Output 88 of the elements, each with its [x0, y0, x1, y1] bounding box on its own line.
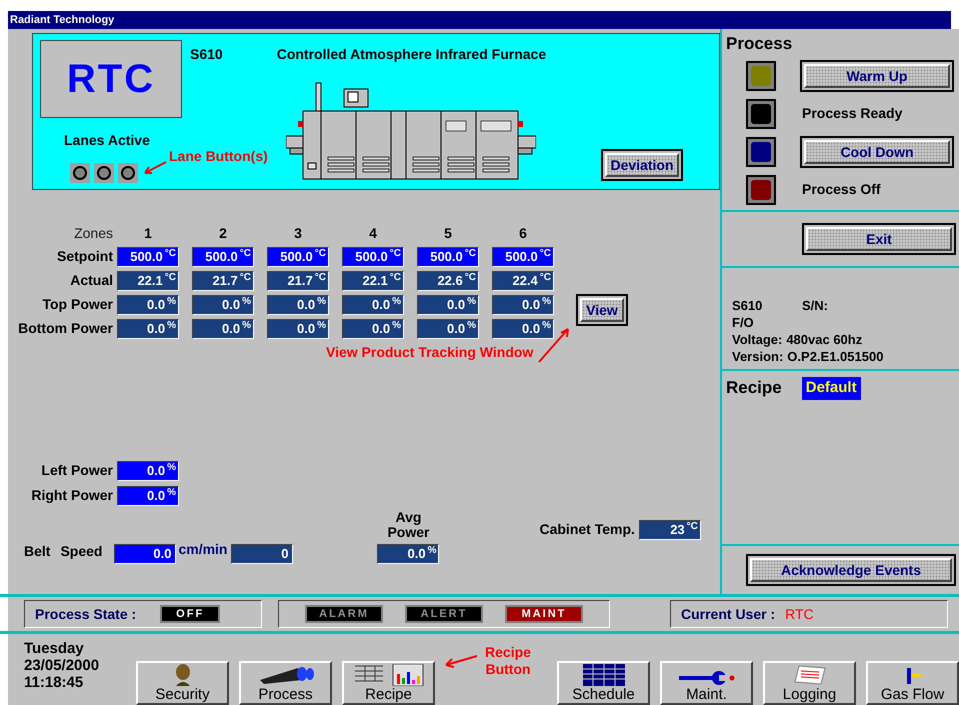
info-value: O.P2.E1.051500	[787, 348, 884, 365]
value-display: 0.0%	[192, 294, 254, 314]
info-value: 480vac 60hz	[786, 331, 862, 348]
zone-number: 1	[143, 224, 153, 243]
process-state-label: Process State :	[35, 604, 136, 624]
day-text: Tuesday	[24, 640, 85, 657]
process-title: Process	[726, 33, 794, 55]
logo: RTC	[66, 56, 156, 103]
window-title: Radiant Technology	[10, 12, 114, 28]
value-display: 0.0%	[267, 294, 329, 314]
cabinet-temp-label: Cabinet Temp.	[539, 520, 635, 539]
lanes-label: Lanes Active	[64, 131, 151, 150]
process-state-value: OFF	[160, 605, 220, 623]
info-label: F/O	[732, 314, 754, 331]
info-value: S/N:	[802, 297, 828, 314]
value-display: 0.0%	[492, 318, 554, 338]
process-status: Process Ready	[802, 104, 902, 123]
info-label: S610	[732, 297, 764, 314]
arrow	[143, 160, 167, 174]
indicator: MAINT	[505, 605, 583, 623]
row-label: Actual	[69, 271, 113, 290]
value-display: 0.0%	[342, 294, 404, 314]
info-label: Voltage:	[732, 331, 782, 348]
table-and-chart-icon	[352, 664, 424, 686]
value-display: 0	[231, 544, 294, 564]
toolbar-button[interactable]: Gas Flow	[866, 661, 959, 705]
model-label: S610	[190, 45, 223, 64]
belt-label: Belt	[24, 542, 50, 561]
value-display: 0.0%	[417, 318, 479, 338]
paper-icon	[792, 664, 826, 686]
exit-button[interactable]: Exit	[802, 223, 956, 255]
value-display: 0.0	[114, 544, 176, 564]
toolbar-button[interactable]: Process	[239, 661, 332, 705]
process-status: Process Off	[802, 180, 881, 199]
toolbar-button[interactable]: Logging	[763, 661, 856, 705]
value-display: 0.0%	[117, 460, 179, 480]
recipe-name: Default	[802, 377, 861, 400]
row-label: Top Power	[41, 295, 113, 314]
row-label: Bottom Power	[17, 319, 113, 338]
row-label: Setpoint	[56, 247, 113, 266]
avg-power-label: Avg Power	[386, 510, 430, 540]
toolbar-button[interactable]: Maint.	[660, 661, 753, 705]
info-label: Version:	[732, 348, 784, 365]
annotation: Lane Button(s)	[169, 147, 268, 166]
value-display: 0.0%	[117, 318, 179, 338]
power-label: Right Power	[30, 486, 113, 505]
recipe-label: Recipe	[726, 377, 782, 399]
indicator: ALERT	[405, 605, 483, 623]
value-display: 0.0%	[117, 486, 179, 506]
current-user-label: Current User :	[681, 604, 776, 624]
zone-number: 2	[218, 224, 228, 243]
mode-button[interactable]: Cool Down	[800, 136, 954, 168]
unit-label: cm/min	[178, 540, 228, 559]
acknowledge-events-button[interactable]: Acknowledge Events	[746, 554, 956, 586]
value-display: 0.0%	[267, 318, 329, 338]
zones-label: Zones	[73, 224, 113, 243]
deviation-button[interactable]: Deviation	[601, 149, 683, 181]
wrench-icon	[678, 670, 734, 686]
date-text: 23/05/2000	[24, 657, 100, 674]
power-label: Left Power	[40, 461, 113, 480]
zone-number: 4	[368, 224, 378, 243]
value-display: 0.0%	[417, 294, 479, 314]
lane-button[interactable]	[94, 163, 114, 183]
grid-icon	[582, 664, 624, 686]
speed-label: Speed	[60, 542, 102, 561]
value-display: 0.0%	[492, 294, 554, 314]
current-user: RTC	[785, 604, 814, 624]
value-display: 0.0%	[117, 294, 179, 314]
toolbar-button[interactable]: Schedule	[557, 661, 650, 705]
value-display: 0.0%	[192, 318, 254, 338]
time-text: 11:18:45	[24, 674, 84, 691]
toolbar-button[interactable]: Recipe	[342, 661, 435, 705]
zone-number: 5	[443, 224, 453, 243]
annotation: View Product Tracking Window	[326, 343, 534, 362]
machine-title: Controlled Atmosphere Infrared Furnace	[276, 45, 546, 64]
lane-button[interactable]	[118, 163, 138, 183]
binoculars-icon	[258, 666, 314, 686]
zone-number: 3	[293, 224, 303, 243]
value-display: 0.0%	[342, 318, 404, 338]
view-button[interactable]: View	[576, 294, 628, 326]
mode-button[interactable]: Warm Up	[800, 60, 954, 92]
zone-number: 6	[518, 224, 528, 243]
indicator: ALARM	[305, 605, 383, 623]
value-display: 0.0%	[377, 544, 440, 564]
toolbar-button[interactable]: Security	[136, 661, 229, 705]
lane-button[interactable]	[70, 163, 90, 183]
annotation: Recipe Button	[484, 644, 532, 678]
arrow	[444, 654, 478, 668]
